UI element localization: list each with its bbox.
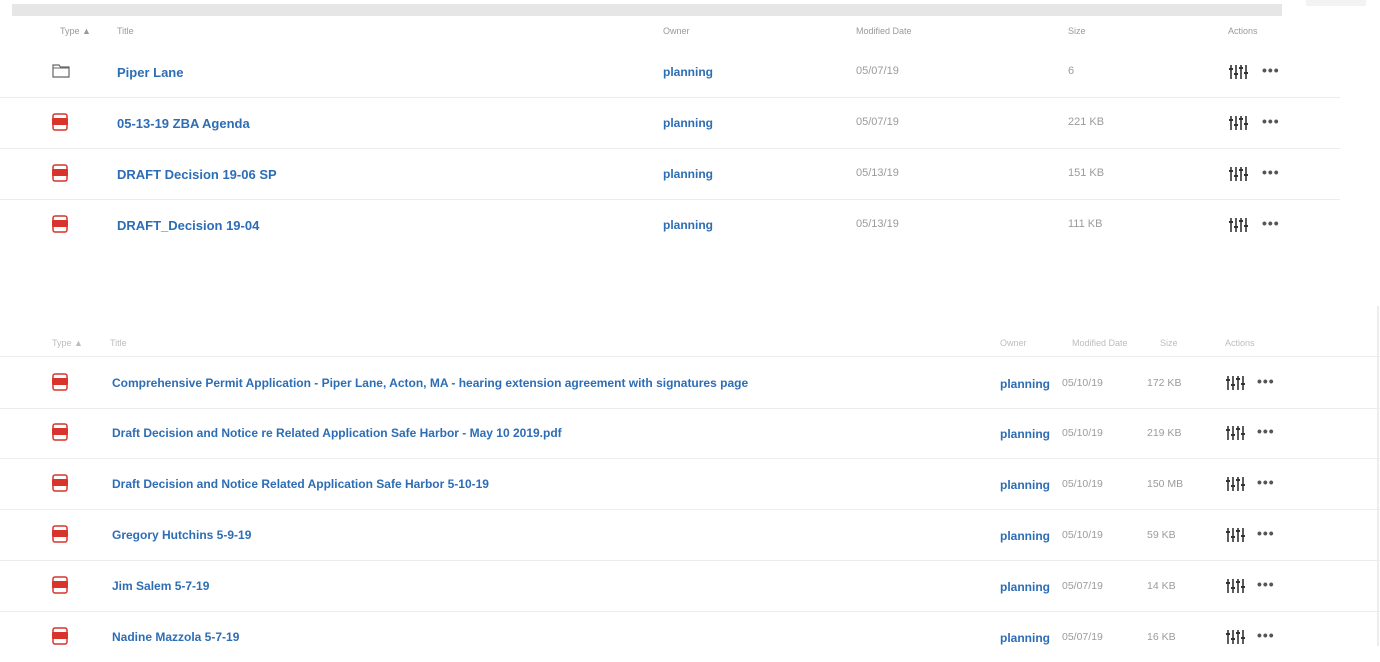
file-size: 111 KB [1068, 218, 1103, 230]
more-options-button[interactable]: ••• [1257, 576, 1275, 592]
file-size: 150 MB [1147, 478, 1184, 490]
sliders-icon[interactable] [1225, 527, 1245, 543]
file-size: 151 KB [1068, 167, 1105, 179]
pdf-icon [52, 423, 68, 441]
toolbar-ghost [1306, 0, 1366, 6]
more-options-button[interactable]: ••• [1262, 62, 1280, 78]
file-title-link[interactable]: Draft Decision and Notice re Related App… [112, 426, 562, 440]
file-title-link[interactable]: Jim Salem 5-7-19 [112, 579, 209, 593]
column-header-size[interactable]: Size [1068, 26, 1086, 36]
owner-link[interactable]: planning [1000, 377, 1050, 391]
table-row[interactable]: DRAFT_Decision 19-04 planning 05/13/19 1… [0, 200, 1340, 250]
owner-link[interactable]: planning [663, 218, 713, 232]
file-size: 6 [1068, 65, 1075, 77]
file-title-link[interactable]: Comprehensive Permit Application - Piper… [112, 376, 748, 390]
file-size: 221 KB [1068, 116, 1105, 128]
file-title-link[interactable]: DRAFT_Decision 19-04 [117, 218, 259, 233]
sliders-icon[interactable] [1228, 166, 1248, 182]
pdf-icon [52, 373, 68, 391]
sliders-icon[interactable] [1225, 425, 1245, 441]
column-header-actions: Actions [1225, 338, 1255, 348]
column-header-size[interactable]: Size [1160, 338, 1178, 348]
modified-date: 05/13/19 [856, 218, 899, 230]
modified-date: 05/07/19 [856, 65, 899, 77]
file-size: 16 KB [1147, 631, 1176, 643]
more-options-button[interactable]: ••• [1262, 113, 1280, 129]
column-header-actions: Actions [1228, 26, 1258, 36]
pdf-icon [52, 627, 68, 645]
more-options-button[interactable]: ••• [1257, 373, 1275, 389]
file-title-link[interactable]: Draft Decision and Notice Related Applic… [112, 477, 489, 491]
owner-link[interactable]: planning [1000, 478, 1050, 492]
modified-date: 05/10/19 [1062, 529, 1103, 541]
table-row[interactable]: Draft Decision and Notice Related Applic… [0, 458, 1380, 510]
file-title-link[interactable]: DRAFT Decision 19-06 SP [117, 167, 277, 182]
table-row[interactable]: Draft Decision and Notice re Related App… [0, 407, 1380, 459]
column-header-type[interactable]: Type ▲ [52, 338, 83, 348]
owner-link[interactable]: planning [1000, 580, 1050, 594]
sliders-icon[interactable] [1225, 629, 1245, 645]
table-header: Type ▲ Title Owner Modified Date Size Ac… [0, 338, 1380, 352]
more-options-button[interactable]: ••• [1262, 215, 1280, 231]
toolbar-background [12, 4, 1282, 16]
column-header-owner[interactable]: Owner [1000, 338, 1027, 348]
more-options-button[interactable]: ••• [1257, 474, 1275, 490]
pdf-icon [52, 525, 68, 543]
pdf-icon [52, 215, 68, 233]
file-title-link[interactable]: 05-13-19 ZBA Agenda [117, 116, 250, 131]
table-row[interactable]: DRAFT Decision 19-06 SP planning 05/13/1… [0, 149, 1340, 200]
file-size: 14 KB [1147, 580, 1176, 592]
owner-link[interactable]: planning [1000, 529, 1050, 543]
more-options-button[interactable]: ••• [1257, 423, 1275, 439]
column-header-modified[interactable]: Modified Date [1072, 338, 1128, 348]
top-toolbar-strip [0, 0, 1380, 16]
sliders-icon[interactable] [1228, 217, 1248, 233]
file-table-bottom: Type ▲ Title Owner Modified Date Size Ac… [0, 306, 1380, 656]
more-options-button[interactable]: ••• [1262, 164, 1280, 180]
owner-link[interactable]: planning [663, 65, 713, 79]
sliders-icon[interactable] [1228, 64, 1248, 80]
pdf-icon [52, 113, 68, 131]
pdf-icon [52, 474, 68, 492]
column-header-modified[interactable]: Modified Date [856, 26, 912, 36]
file-title-link[interactable]: Nadine Mazzola 5-7-19 [112, 630, 239, 644]
file-title-link[interactable]: Piper Lane [117, 65, 183, 80]
more-options-button[interactable]: ••• [1257, 525, 1275, 541]
column-header-type[interactable]: Type ▲ [60, 26, 91, 36]
owner-link[interactable]: planning [1000, 631, 1050, 645]
modified-date: 05/10/19 [1062, 478, 1103, 490]
file-size: 172 KB [1147, 377, 1182, 389]
file-table-top: Type ▲ Title Owner Modified Date Size Ac… [0, 16, 1340, 246]
sliders-icon[interactable] [1225, 476, 1245, 492]
file-size: 59 KB [1147, 529, 1176, 541]
column-header-title[interactable]: Title [110, 338, 127, 348]
pdf-icon [52, 164, 68, 182]
sliders-icon[interactable] [1228, 115, 1248, 131]
modified-date: 05/13/19 [856, 167, 899, 179]
owner-link[interactable]: planning [1000, 427, 1050, 441]
modified-date: 05/07/19 [856, 116, 899, 128]
sliders-icon[interactable] [1225, 578, 1245, 594]
modified-date: 05/07/19 [1062, 580, 1103, 592]
table-row[interactable]: Jim Salem 5-7-19 planning 05/07/19 14 KB… [0, 560, 1380, 612]
file-size: 219 KB [1147, 427, 1182, 439]
modified-date: 05/10/19 [1062, 377, 1103, 389]
table-row[interactable]: Nadine Mazzola 5-7-19 planning 05/07/19 … [0, 611, 1380, 662]
table-row[interactable]: Comprehensive Permit Application - Piper… [0, 356, 1380, 409]
file-title-link[interactable]: Gregory Hutchins 5-9-19 [112, 528, 251, 542]
modified-date: 05/10/19 [1062, 427, 1103, 439]
sliders-icon[interactable] [1225, 375, 1245, 391]
column-header-owner[interactable]: Owner [663, 26, 690, 36]
modified-date: 05/07/19 [1062, 631, 1103, 643]
owner-link[interactable]: planning [663, 116, 713, 130]
pdf-icon [52, 576, 68, 594]
folder-icon [52, 64, 70, 78]
table-row[interactable]: 05-13-19 ZBA Agenda planning 05/07/19 22… [0, 98, 1340, 149]
column-header-title[interactable]: Title [117, 26, 134, 36]
table-row[interactable]: Gregory Hutchins 5-9-19 planning 05/10/1… [0, 509, 1380, 561]
table-header: Type ▲ Title Owner Modified Date Size Ac… [0, 26, 1340, 40]
owner-link[interactable]: planning [663, 167, 713, 181]
more-options-button[interactable]: ••• [1257, 627, 1275, 643]
table-row[interactable]: Piper Lane planning 05/07/19 6 ••• [0, 47, 1340, 98]
